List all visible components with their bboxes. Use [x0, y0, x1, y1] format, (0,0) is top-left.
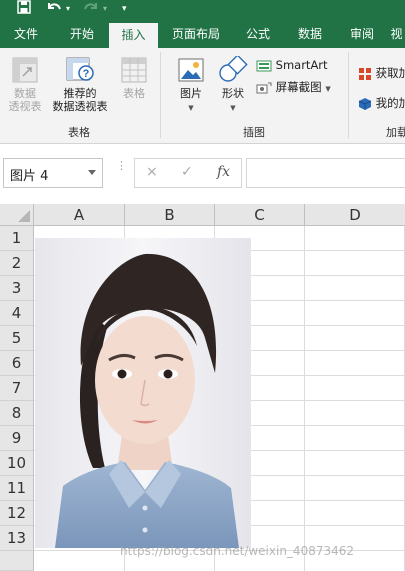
undo-icon[interactable] [45, 0, 65, 18]
tab-view[interactable]: 视 [388, 22, 405, 48]
pictures-label: 图片 [180, 87, 202, 100]
table-label: 表格 [123, 87, 145, 100]
shapes-icon [219, 56, 248, 82]
group-separator [160, 52, 161, 138]
row-header[interactable]: 6 [0, 351, 34, 376]
save-icon[interactable] [17, 0, 33, 18]
pivot-table-icon [12, 57, 38, 83]
customize-quick-access-icon[interactable]: ▾ [122, 0, 134, 18]
smartart-icon [256, 60, 272, 71]
shapes-button[interactable]: 形状 ▼ [214, 56, 252, 115]
name-box-dropdown-icon[interactable] [88, 170, 96, 175]
screenshot-dropdown-icon: ▼ [325, 85, 331, 93]
screenshot-label: 屏幕截图 [275, 80, 322, 94]
inserted-picture[interactable] [35, 238, 251, 548]
name-box[interactable]: 图片 4 [3, 158, 103, 188]
tab-formulas[interactable]: 公式 [234, 22, 282, 48]
ribbon: 数据 透视表 ? 推荐的 数据透视表 表格 表格 图片 ▼ 形状 ▼ Smart… [0, 48, 405, 144]
row-header[interactable]: 10 [0, 451, 34, 476]
pictures-dropdown-icon: ▼ [188, 104, 194, 112]
tab-review[interactable]: 审阅 [338, 22, 386, 48]
svg-text:?: ? [83, 68, 90, 80]
shapes-dropdown-icon: ▼ [230, 104, 236, 112]
tab-data[interactable]: 数据 [286, 22, 334, 48]
row-header[interactable]: 3 [0, 276, 34, 301]
pivot-table-label-2: 透视表 [8, 100, 42, 113]
column-header-b[interactable]: B [125, 204, 215, 226]
select-all-button[interactable] [0, 204, 34, 226]
row-header[interactable]: 11 [0, 476, 34, 501]
shapes-label: 形状 [222, 87, 244, 100]
row-header[interactable]: 4 [0, 301, 34, 326]
column-header-d[interactable]: D [305, 204, 405, 226]
tab-home[interactable]: 开始 [56, 22, 108, 48]
smartart-label: SmartArt [275, 58, 328, 72]
my-addins-label: 我的加 [375, 96, 405, 110]
enter-icon[interactable]: ✓ [181, 164, 193, 180]
gridline [304, 226, 305, 571]
formula-bar-resize-handle[interactable]: ⋮ [116, 160, 127, 171]
row-header[interactable]: 5 [0, 326, 34, 351]
table-button[interactable]: 表格 [114, 56, 154, 100]
recommended-pivot-icon: ? [66, 57, 94, 81]
addins-group-label: 加载 [386, 126, 405, 139]
recommended-pivot-button[interactable]: ? 推荐的 数据透视表 [48, 56, 112, 113]
tables-group-label: 表格 [68, 126, 90, 139]
illustrations-group-label: 插图 [243, 126, 265, 139]
formula-bar: 图片 4 ⋮ × ✓ fx [0, 144, 405, 204]
pivot-table-button[interactable]: 数据 透视表 [4, 56, 46, 113]
row-header[interactable]: 13 [0, 526, 34, 551]
group-separator [348, 52, 349, 138]
tab-insert[interactable]: 插入 [109, 23, 158, 48]
row-header[interactable]: 7 [0, 376, 34, 401]
screenshot-icon [256, 82, 272, 93]
name-box-value: 图片 4 [10, 169, 49, 184]
table-icon [121, 57, 147, 83]
title-bar: ▾ ▾ ▾ [0, 0, 405, 22]
pivot-table-label-1: 数据 [14, 87, 36, 100]
watermark: https://blog.csdn.net/weixin_40873462 [120, 544, 355, 558]
get-addins-label: 获取加 [375, 66, 405, 80]
ribbon-tab-bar: 文件 开始 插入 页面布局 公式 数据 审阅 视 [0, 22, 405, 48]
recommended-pivot-label-2: 数据透视表 [52, 100, 108, 113]
store-icon [359, 67, 371, 80]
row-header[interactable]: 2 [0, 251, 34, 276]
formula-input[interactable] [246, 158, 405, 188]
my-addins-button[interactable]: 我的加 [358, 94, 405, 112]
cancel-icon[interactable]: × [146, 164, 158, 180]
undo-dropdown-icon[interactable]: ▾ [66, 0, 76, 18]
pictures-icon [178, 58, 204, 82]
redo-icon[interactable] [82, 0, 102, 18]
row-header[interactable]: 12 [0, 501, 34, 526]
screenshot-button[interactable]: 屏幕截图 ▼ [256, 78, 331, 96]
get-addins-button[interactable]: 获取加 [358, 64, 405, 82]
formula-bar-buttons: × ✓ fx [134, 158, 242, 188]
portrait-photo-icon [35, 238, 251, 548]
column-header-c[interactable]: C [215, 204, 305, 226]
column-header-a[interactable]: A [34, 204, 125, 226]
row-header[interactable]: 9 [0, 426, 34, 451]
my-addins-icon [358, 97, 372, 110]
worksheet-grid: A B C D 1 2 3 4 5 6 7 8 9 10 11 12 13 ht… [0, 204, 405, 571]
tab-file[interactable]: 文件 [0, 22, 52, 48]
redo-dropdown-icon[interactable]: ▾ [103, 0, 113, 18]
row-header[interactable] [0, 551, 34, 571]
row-header[interactable]: 8 [0, 401, 34, 426]
insert-function-icon[interactable]: fx [217, 164, 230, 180]
recommended-pivot-label-1: 推荐的 [63, 87, 97, 100]
tab-page-layout[interactable]: 页面布局 [163, 22, 229, 48]
row-header[interactable]: 1 [0, 226, 34, 251]
smartart-button[interactable]: SmartArt [256, 56, 328, 74]
pictures-button[interactable]: 图片 ▼ [172, 56, 210, 115]
